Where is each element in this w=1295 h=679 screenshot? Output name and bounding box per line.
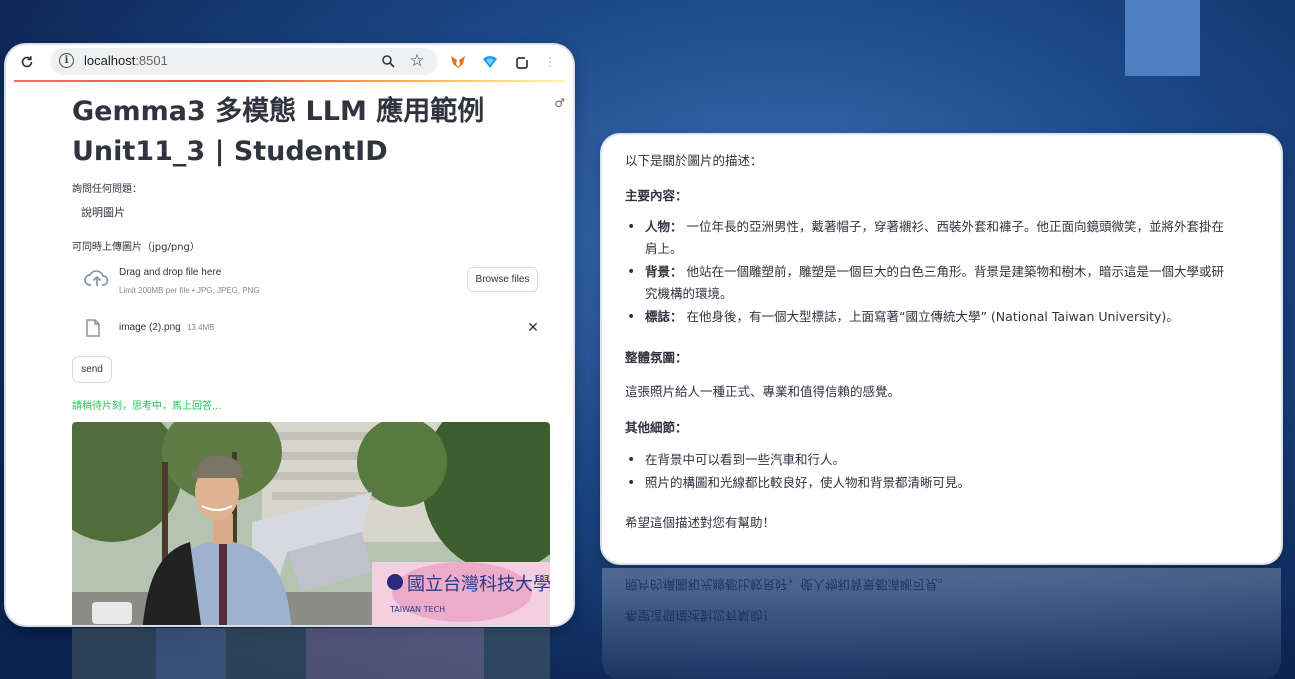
browser-reflection [6,628,573,679]
reflection-mirror: 希望這個描述對您有幫助！ 照片的構圖和光線都比較良好，使人物和背景都清晰可見。 [602,568,1281,679]
other-details-heading: 其他細節： [625,420,688,435]
extensions-puzzle-icon[interactable] [512,52,532,72]
dropzone-title: Drag and drop file here [119,267,222,278]
reload-icon[interactable] [17,52,37,72]
title-line1: Gemma3 多模態 LLM 應用範例 [72,96,485,127]
menu-dots-icon[interactable]: ⋮ [540,52,560,72]
dropzone-limit: Limit 200MB per file • JPG, JPEG, PNG [119,286,260,295]
atmosphere-text: 這張照片給人一種正式、專業和值得信賴的感覺。 [625,384,901,399]
title-line2: Unit11_3 | StudentID [72,136,388,167]
list-item: 照片的構圖和光線都比較良好，使人物和背景都清晰可見。 [625,472,1225,494]
browser-toolbar: i localhost:8501 ☆ ⋮ [6,45,573,78]
question-label: 詢問任何問題： [72,184,142,195]
metamask-extension-icon[interactable] [448,52,468,72]
page-title: Gemma3 多模態 LLM 應用範例 Unit11_3 | StudentID [72,92,522,172]
question-input[interactable]: 說明圖片 [72,195,550,227]
list-item: 標誌： 在他身後，有一個大型標誌，上面寫著“國立傳統大學” (National … [625,306,1225,328]
other-details-list: 在背景中可以看到一些汽車和行人。 照片的構圖和光線都比較良好，使人物和背景都清晰… [625,449,1225,495]
desc-closing: 希望這個描述對您有幫助！ [625,515,776,530]
running-indicator-icon: ♂ [554,96,565,110]
reflection-item: 照片的構圖和光線都比較良好，使人物和背景都清晰可見。 [625,577,951,592]
browse-files-button[interactable]: Browse files [467,267,538,292]
list-item: 背景： 他站在一個雕塑前，雕塑是一個巨大的白色三角形。背景是建築物和樹木，暗示這… [625,261,1225,305]
upload-label: 可同時上傳圖片（jpg/png） [72,242,200,253]
site-info-icon[interactable]: i [59,53,74,68]
uploaded-photo: 國立台灣科技大學 TAIWAN TECH [72,422,550,625]
zoom-search-icon[interactable] [378,51,398,71]
main-content-heading: 主要內容： [625,188,688,203]
url-text: localhost:8501 [84,53,168,68]
description-reflection: 希望這個描述對您有幫助！ 照片的構圖和光線都比較良好，使人物和背景都清晰可見。 [602,568,1281,679]
photo-sign-en: TAIWAN TECH [389,605,445,614]
remove-file-close-icon[interactable]: ✕ [524,319,542,337]
wifi-extension-icon[interactable] [480,52,500,72]
desc-intro: 以下是關於圖片的描述： [625,153,763,168]
file-size: 13.4MB [187,323,215,332]
main-content-list: 人物： 一位年長的亞洲男性，戴著帽子，穿著襯衫、西裝外套和褲子。他正面向鏡頭微笑… [625,216,1225,329]
atmosphere-heading: 整體氛圍： [625,350,688,365]
status-message: 請稍待片刻，思考中，馬上回答... [72,401,222,412]
streamlit-page: ♂ Gemma3 多模態 LLM 應用範例 Unit11_3 | Student… [6,82,573,625]
uploaded-file-item: image (2).png 13.4MB ✕ [72,310,550,346]
description-card: 以下是關於圖片的描述： 主要內容： 人物： 一位年長的亞洲男性，戴著帽子，穿著襯… [602,135,1281,563]
photo-sign-text: 國立台灣科技大學 [407,574,550,595]
reflection-closing: 希望這個描述對您有幫助！ [625,608,776,623]
question-input-value: 說明圖片 [81,206,125,219]
file-icon [86,319,100,341]
file-name: image (2).png [119,322,181,333]
bookmark-star-icon[interactable]: ☆ [407,51,427,71]
browser-window: i localhost:8501 ☆ ⋮ ♂ Gemma3 多模態 LLM 應用… [6,45,573,625]
list-item: 在背景中可以看到一些汽車和行人。 [625,449,1225,471]
address-bar[interactable]: i localhost:8501 ☆ [50,48,438,75]
list-item: 人物： 一位年長的亞洲男性，戴著帽子，穿著襯衫、西裝外套和褲子。他正面向鏡頭微笑… [625,216,1225,260]
send-button[interactable]: send [72,356,112,383]
file-dropzone[interactable]: Drag and drop file here Limit 200MB per … [72,255,550,307]
decorative-square [1125,0,1200,76]
cloud-upload-icon [84,269,110,291]
